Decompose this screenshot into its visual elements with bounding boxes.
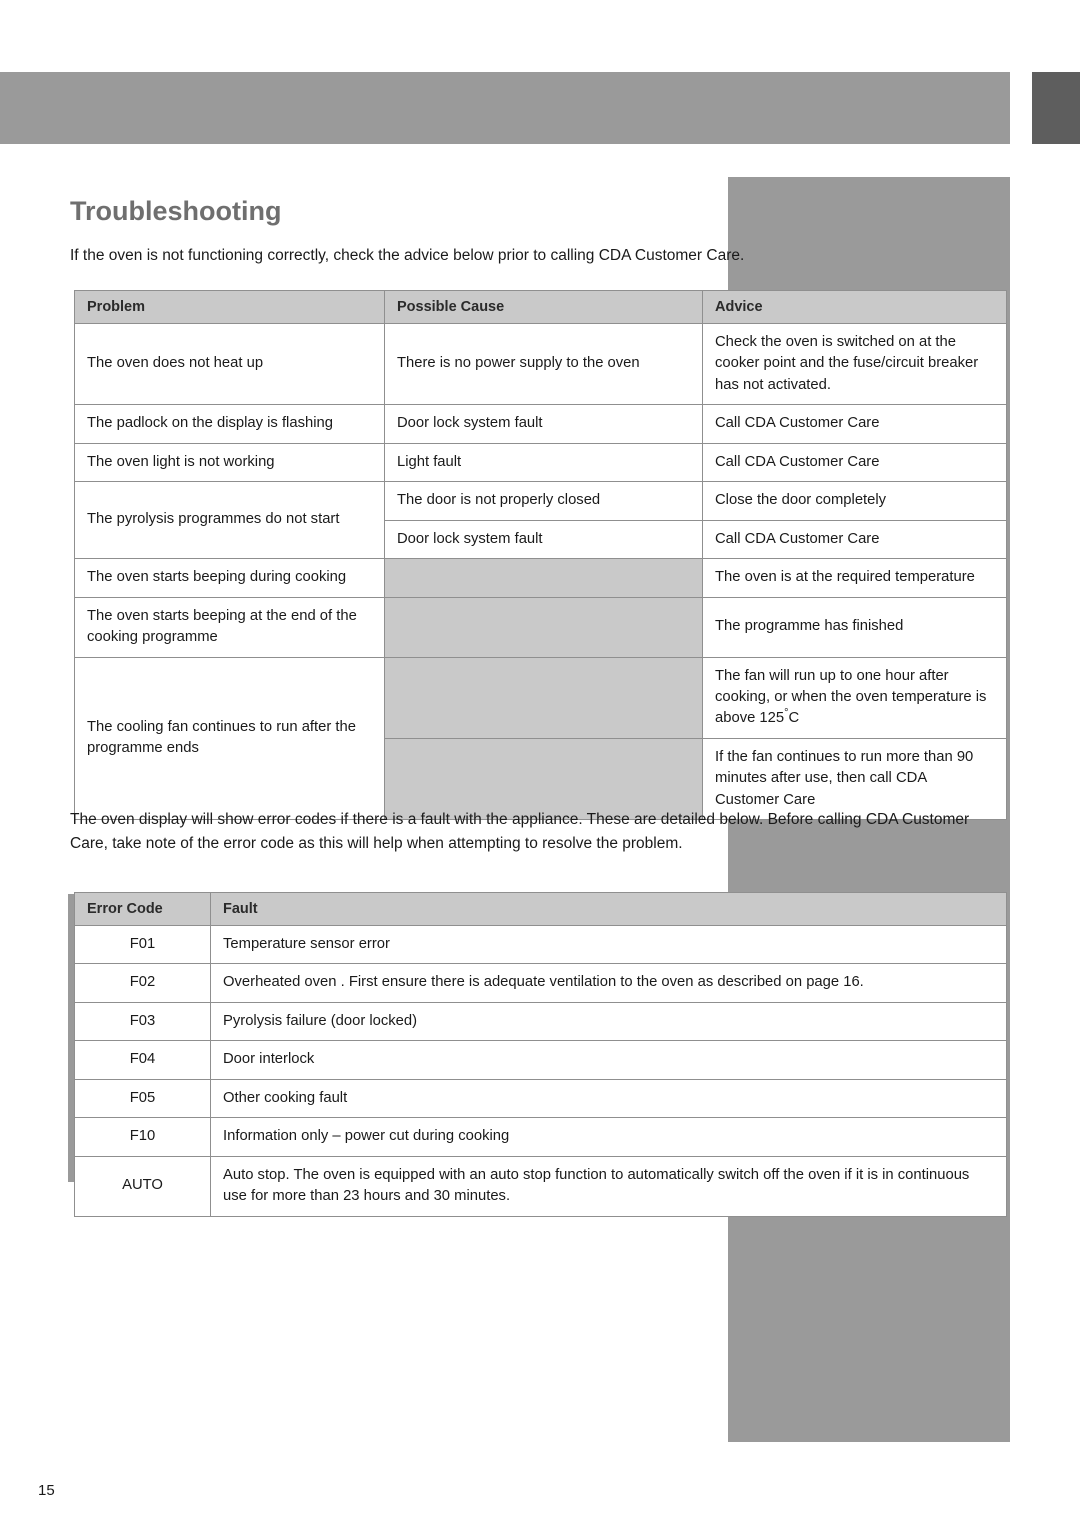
column-header-fault: Fault [210, 892, 1007, 926]
cell-cause-empty [384, 656, 703, 739]
table-header-row: Error Code Fault [74, 892, 1007, 926]
cell-error-code: F05 [74, 1078, 211, 1119]
cell-advice: Call CDA Customer Care [702, 519, 1007, 560]
cell-cause: There is no power supply to the oven [384, 322, 703, 406]
cell-problem: The cooling fan continues to run after t… [74, 656, 385, 821]
table-row: The oven light is not working Light faul… [74, 442, 1007, 483]
table-row: The oven starts beeping at the end of th… [74, 596, 1007, 658]
troubleshooting-table: Problem Possible Cause Advice The oven d… [74, 290, 1007, 821]
column-header-problem: Problem [74, 290, 385, 324]
column-header-advice: Advice [702, 290, 1007, 324]
page-content: Troubleshooting If the oven is not funct… [0, 0, 1080, 1532]
cell-fault: Auto stop. The oven is equipped with an … [210, 1155, 1007, 1217]
cell-problem: The oven starts beeping during cooking [74, 558, 385, 598]
page-number: 15 [38, 1482, 55, 1499]
cell-advice: Check the oven is switched on at the coo… [702, 322, 1007, 406]
column-header-error-code: Error Code [74, 892, 211, 926]
cell-cause-empty [384, 558, 703, 598]
table-header-row: Problem Possible Cause Advice [74, 290, 1007, 324]
table-row: F10 Information only – power cut during … [74, 1117, 1007, 1157]
table-row: The oven does not heat up There is no po… [74, 322, 1007, 406]
table-row: F01 Temperature sensor error [74, 924, 1007, 965]
table-row: F03 Pyrolysis failure (door locked) [74, 1001, 1007, 1042]
cell-problem: The pyrolysis programmes do not start [74, 481, 385, 560]
error-code-intro-paragraph: The oven display will show error codes i… [70, 811, 970, 853]
cell-error-code: F03 [74, 1001, 211, 1042]
table-row: The cooling fan continues to run after t… [74, 656, 1007, 821]
cell-problem: The oven light is not working [74, 442, 385, 483]
cell-fault: Other cooking fault [210, 1078, 1007, 1119]
cell-advice: The oven is at the required temperature [702, 558, 1007, 598]
cell-fault: Information only – power cut during cook… [210, 1117, 1007, 1157]
cell-error-code: F01 [74, 924, 211, 965]
cell-cause: Door lock system fault [384, 404, 703, 444]
page-title: Troubleshooting [70, 196, 282, 226]
cell-error-code: F04 [74, 1040, 211, 1080]
table-row: The oven starts beeping during cooking T… [74, 558, 1007, 598]
intro-paragraph: If the oven is not functioning correctly… [70, 247, 745, 264]
cell-problem: The padlock on the display is flashing [74, 404, 385, 444]
cell-advice: The programme has finished [702, 596, 1007, 658]
cell-cause-empty [384, 596, 703, 658]
cell-error-code: F02 [74, 963, 211, 1003]
cell-problem: The oven does not heat up [74, 322, 385, 406]
error-code-table: Error Code Fault F01 Temperature sensor … [74, 892, 1007, 1217]
cell-fault: Temperature sensor error [210, 924, 1007, 965]
table-row: AUTO Auto stop. The oven is equipped wit… [74, 1155, 1007, 1217]
cell-cause: The door is not properly closed [384, 481, 703, 521]
cell-fault: Door interlock [210, 1040, 1007, 1080]
cell-advice: Call CDA Customer Care [702, 442, 1007, 483]
cell-cause: Door lock system fault [384, 519, 703, 560]
table-row: F05 Other cooking fault [74, 1078, 1007, 1119]
cell-advice: The fan will run up to one hour after co… [702, 656, 1007, 739]
cell-cause: Light fault [384, 442, 703, 483]
table-row: F02 Overheated oven . First ensure there… [74, 963, 1007, 1003]
column-header-possible-cause: Possible Cause [384, 290, 703, 324]
cell-error-code: AUTO [74, 1155, 211, 1217]
cell-fault: Pyrolysis failure (door locked) [210, 1001, 1007, 1042]
cell-advice: Close the door completely [702, 481, 1007, 521]
table-row: The padlock on the display is flashing D… [74, 404, 1007, 444]
cell-error-code: F10 [74, 1117, 211, 1157]
table-row: The pyrolysis programmes do not start Th… [74, 481, 1007, 560]
cell-fault: Overheated oven . First ensure there is … [210, 963, 1007, 1003]
cell-advice: Call CDA Customer Care [702, 404, 1007, 444]
table-row: F04 Door interlock [74, 1040, 1007, 1080]
cell-problem: The oven starts beeping at the end of th… [74, 596, 385, 658]
